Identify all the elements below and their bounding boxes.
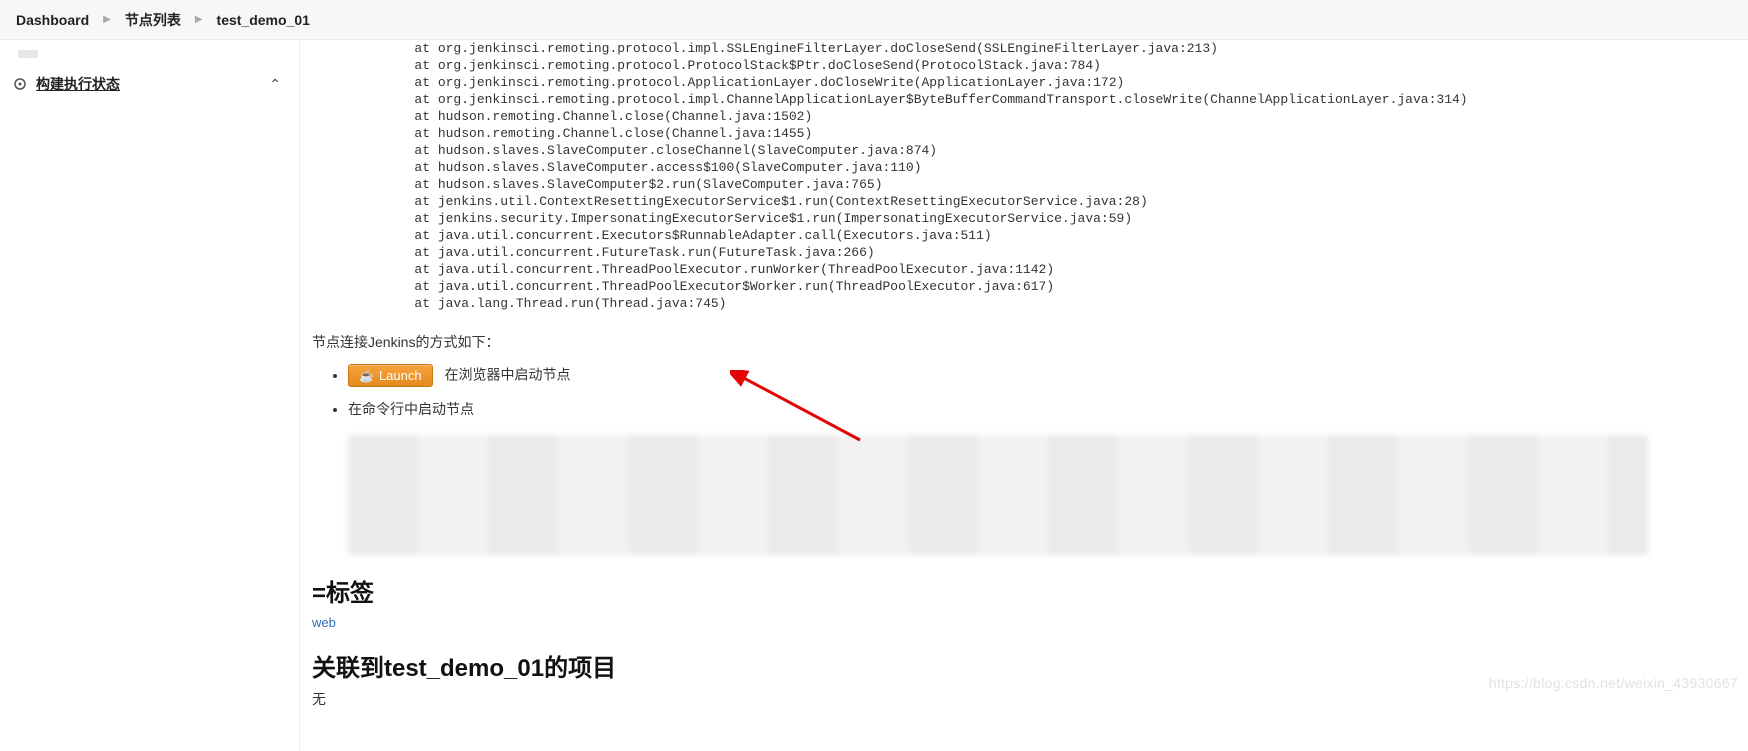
watermark: https://blog.csdn.net/weixin_43930667 [1489, 675, 1738, 691]
sidebar-top-fragment [0, 50, 299, 64]
breadcrumb-current[interactable]: test_demo_01 [217, 12, 310, 28]
sidebar-build-status[interactable]: 构建执行状态 ⌃ [0, 64, 299, 104]
sidebar: 构建执行状态 ⌃ [0, 40, 300, 751]
connect-method-cli: 在命令行中启动节点 [348, 399, 1736, 419]
connect-methods-list: ☕ Launch 在浏览器中启动节点 在命令行中启动节点 [348, 364, 1736, 419]
connect-method-browser: ☕ Launch 在浏览器中启动节点 [348, 364, 1736, 387]
layout: 构建执行状态 ⌃ at org.jenkinsci.remoting.proto… [0, 40, 1748, 751]
projects-none: 无 [312, 689, 1736, 709]
breadcrumb-dashboard[interactable]: Dashboard [16, 12, 89, 28]
sidebar-build-status-label: 构建执行状态 [36, 74, 269, 94]
breadcrumb-nodes[interactable]: 节点列表 [125, 10, 181, 30]
redacted-block [348, 435, 1648, 555]
launch-button-label: Launch [379, 368, 422, 383]
gear-icon [10, 74, 30, 94]
connect-browser-text: 在浏览器中启动节点 [445, 367, 571, 383]
tag-link-web[interactable]: web [312, 615, 336, 630]
chevron-right-icon: ▶ [103, 14, 111, 25]
breadcrumb: Dashboard ▶ 节点列表 ▶ test_demo_01 [0, 0, 1748, 40]
main-content: at org.jenkinsci.remoting.protocol.impl.… [300, 40, 1748, 751]
chevron-up-icon: ⌃ [269, 76, 281, 93]
java-icon: ☕ [359, 370, 374, 382]
stack-trace: at org.jenkinsci.remoting.protocol.impl.… [352, 40, 1736, 312]
tags-heading: =标签 [312, 573, 1736, 608]
launch-button[interactable]: ☕ Launch [348, 364, 433, 387]
connect-intro: 节点连接Jenkins的方式如下： [312, 332, 1736, 352]
chevron-right-icon: ▶ [195, 14, 203, 25]
connect-cli-text: 在命令行中启动节点 [348, 401, 474, 417]
